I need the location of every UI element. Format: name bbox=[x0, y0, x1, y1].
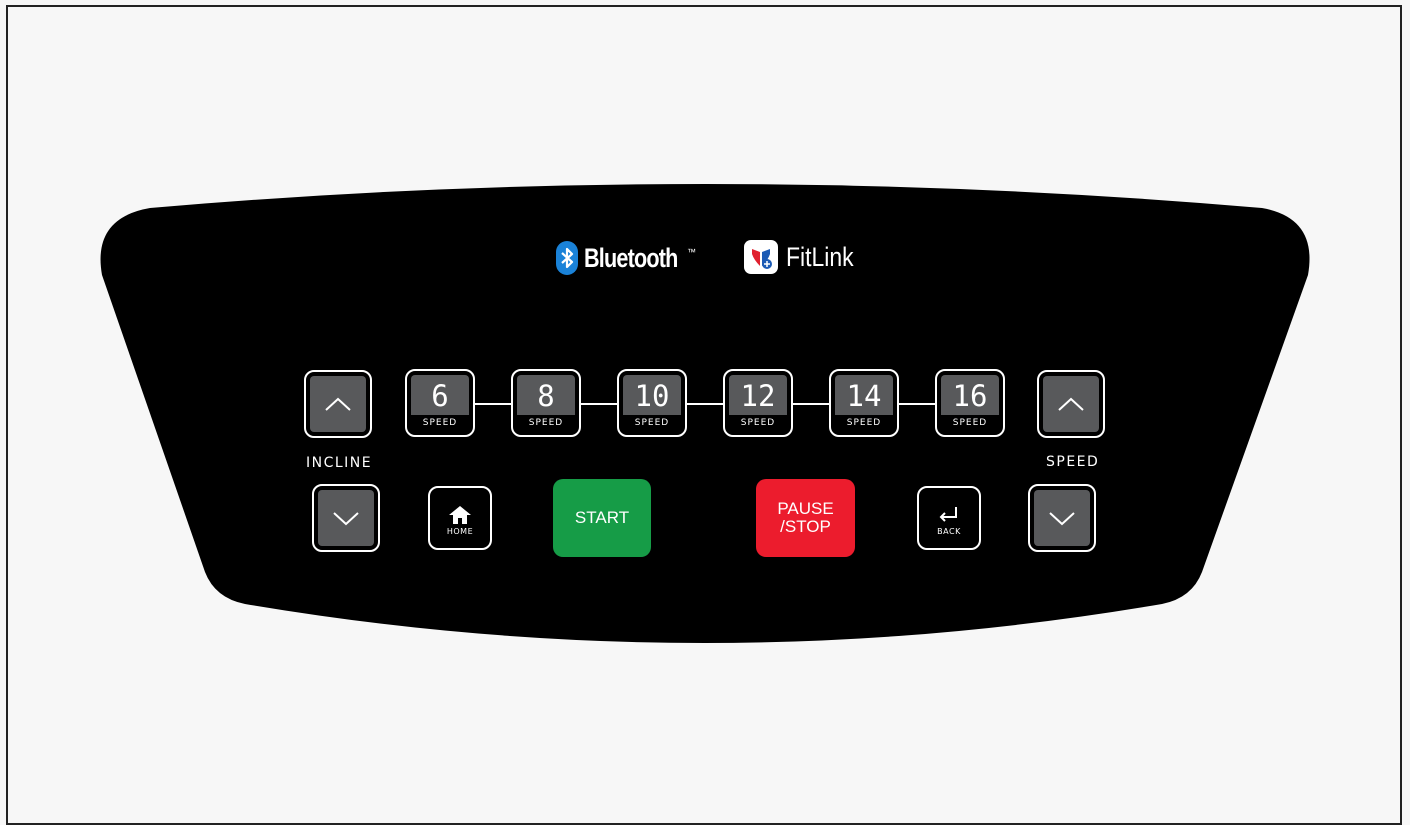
fitlink-heart-icon bbox=[744, 240, 778, 274]
bluetooth-logo: Bluetooth ™ bbox=[556, 241, 696, 275]
fitlink-logo: FitLink bbox=[744, 240, 866, 274]
speed-connector-line bbox=[474, 403, 512, 405]
speed-down-button[interactable] bbox=[1028, 484, 1096, 552]
bluetooth-trademark: ™ bbox=[686, 247, 696, 257]
speed-preset-value: 10 bbox=[634, 379, 670, 413]
speed-connector-line bbox=[580, 403, 618, 405]
speed-preset-value: 16 bbox=[952, 379, 988, 413]
speed-preset-label: SPEED bbox=[729, 415, 787, 431]
speed-preset-14-button[interactable]: 14 SPEED bbox=[829, 369, 899, 437]
bluetooth-label: Bluetooth bbox=[584, 242, 678, 273]
speed-preset-value: 12 bbox=[740, 379, 776, 413]
pause-label-line2: /STOP bbox=[780, 517, 831, 536]
home-button[interactable]: HOME bbox=[428, 486, 492, 550]
speed-preset-label: SPEED bbox=[623, 415, 681, 431]
speed-preset-value: 8 bbox=[537, 379, 555, 413]
speed-preset-value: 6 bbox=[431, 379, 449, 413]
incline-up-button[interactable] bbox=[304, 370, 372, 438]
speed-preset-16-button[interactable]: 16 SPEED bbox=[935, 369, 1005, 437]
pause-stop-label: PAUSE /STOP bbox=[777, 500, 833, 536]
speed-preset-label: SPEED bbox=[835, 415, 893, 431]
speed-label: SPEED bbox=[1046, 454, 1100, 470]
start-button[interactable]: START bbox=[553, 479, 651, 557]
return-arrow-icon bbox=[939, 506, 957, 522]
back-button[interactable]: BACK bbox=[917, 486, 981, 550]
speed-preset-label: SPEED bbox=[411, 415, 469, 431]
speed-connector-line bbox=[792, 403, 830, 405]
speed-connector-line bbox=[686, 403, 724, 405]
speed-connector-line bbox=[898, 403, 936, 405]
pause-label-line1: PAUSE bbox=[777, 499, 834, 518]
speed-preset-label: SPEED bbox=[517, 415, 575, 431]
chevron-down-icon bbox=[333, 512, 359, 526]
speed-preset-6-button[interactable]: 6 SPEED bbox=[405, 369, 475, 437]
start-label: START bbox=[574, 508, 630, 527]
incline-label: INCLINE bbox=[306, 455, 373, 471]
bluetooth-icon bbox=[556, 241, 578, 275]
speed-up-button[interactable] bbox=[1037, 370, 1105, 438]
pause-stop-button[interactable]: PAUSE /STOP bbox=[756, 479, 855, 557]
chevron-up-icon bbox=[325, 397, 351, 411]
home-icon bbox=[449, 505, 471, 524]
speed-preset-12-button[interactable]: 12 SPEED bbox=[723, 369, 793, 437]
chevron-down-icon bbox=[1049, 512, 1075, 526]
home-label: HOME bbox=[446, 526, 474, 536]
speed-preset-10-button[interactable]: 10 SPEED bbox=[617, 369, 687, 437]
back-label: BACK bbox=[937, 526, 961, 536]
speed-preset-label: SPEED bbox=[941, 415, 999, 431]
console-panel bbox=[100, 184, 1310, 643]
speed-preset-value: 14 bbox=[846, 379, 882, 413]
speed-preset-8-button[interactable]: 8 SPEED bbox=[511, 369, 581, 437]
incline-down-button[interactable] bbox=[312, 484, 380, 552]
chevron-up-icon bbox=[1058, 397, 1084, 411]
fitlink-label: FitLink bbox=[786, 241, 854, 272]
